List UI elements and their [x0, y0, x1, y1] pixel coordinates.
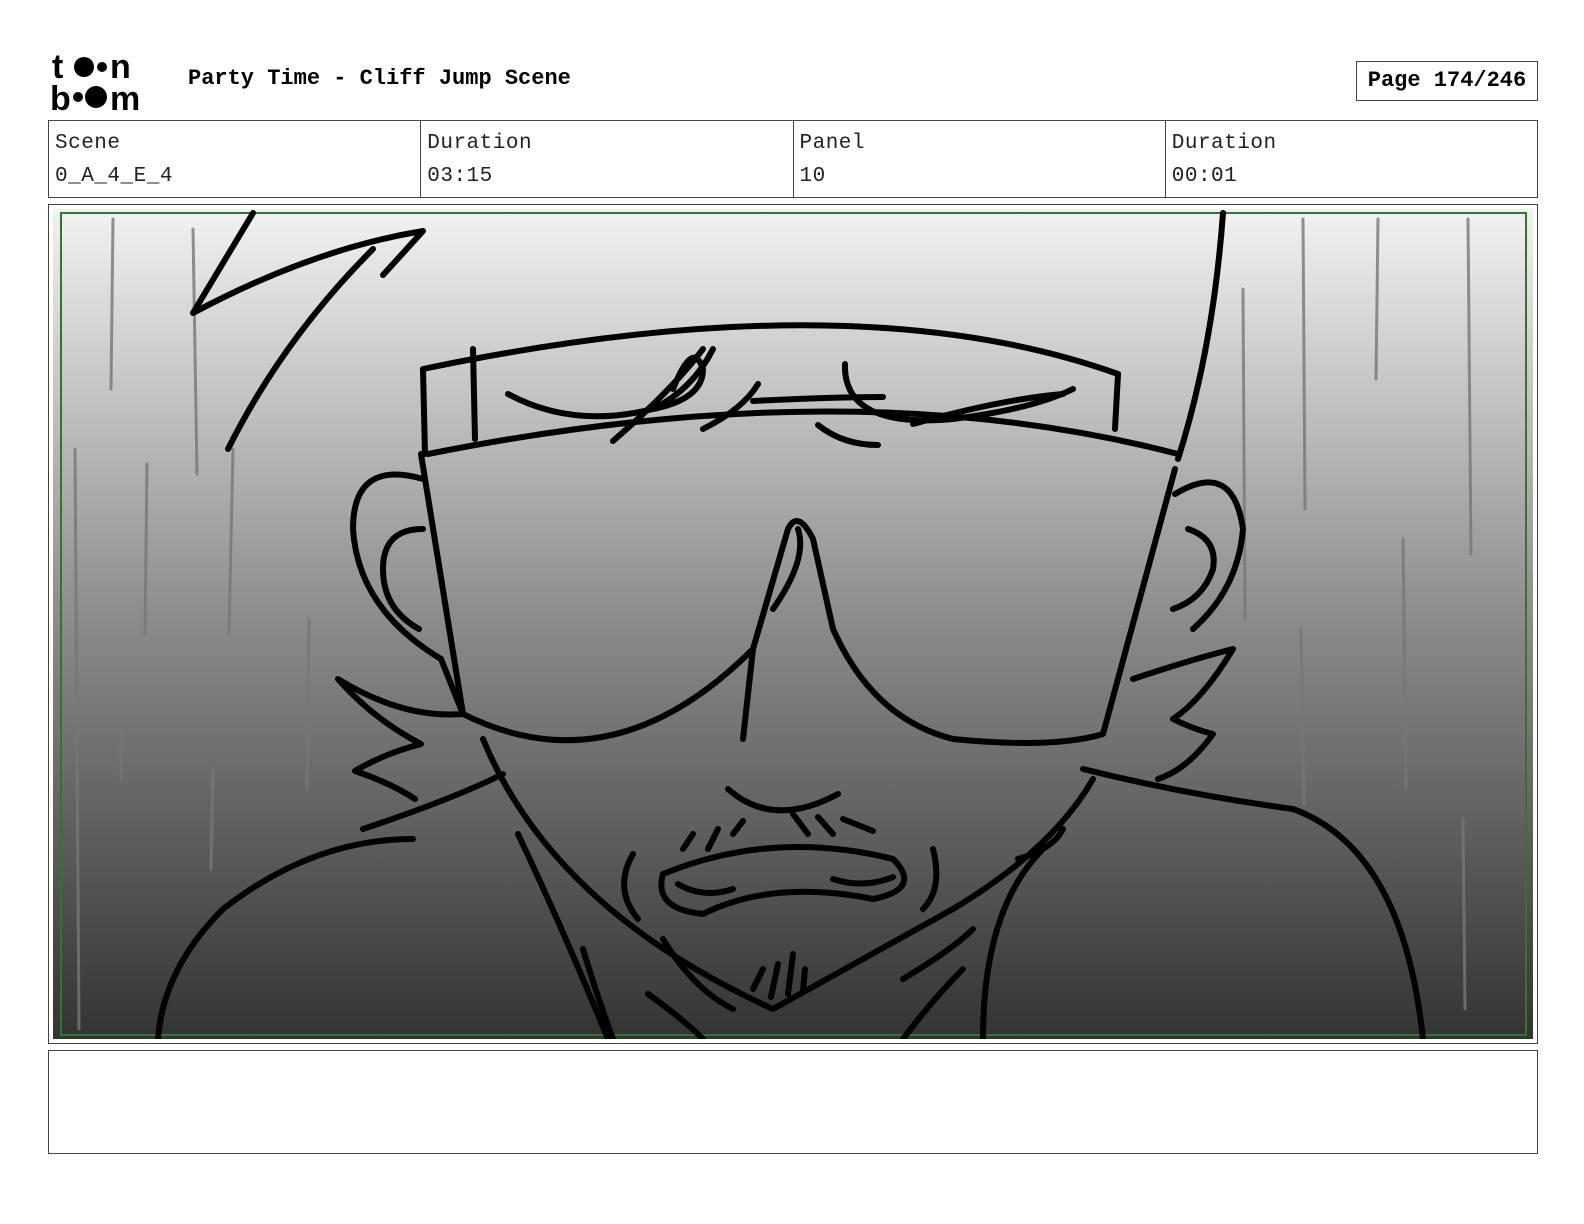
- toonboom-logo: t n b m: [50, 50, 140, 112]
- document-title: Party Time - Cliff Jump Scene: [188, 66, 571, 91]
- svg-text:b: b: [50, 80, 71, 112]
- scene-duration-label: Duration: [427, 132, 533, 155]
- scene-duration-cell: Duration 03:15: [421, 121, 794, 197]
- storyboard-panel: [48, 204, 1538, 1044]
- scene-cell: Scene 0_A_4_E_4: [49, 121, 422, 197]
- panel-notes: [48, 1050, 1538, 1154]
- scene-value: 0_A_4_E_4: [55, 165, 173, 188]
- scene-label: Scene: [55, 132, 121, 155]
- svg-text:m: m: [110, 80, 140, 112]
- panel-background: [53, 209, 1533, 1039]
- panel-value: 10: [799, 165, 826, 188]
- storyboard-sketch: [53, 209, 1533, 1039]
- panel-label: Panel: [799, 132, 866, 155]
- panel-cell: Panel 10: [794, 121, 1166, 197]
- panel-duration-value: 00:01: [1171, 165, 1238, 188]
- panel-duration-label: Duration: [1171, 132, 1277, 155]
- scene-duration-value: 03:15: [427, 165, 493, 188]
- panel-duration-cell: Duration 00:01: [1166, 121, 1537, 197]
- page-indicator: Page 174/246: [1356, 61, 1538, 101]
- scene-info-table: Scene 0_A_4_E_4 Duration 03:15 Panel 10 …: [48, 120, 1538, 198]
